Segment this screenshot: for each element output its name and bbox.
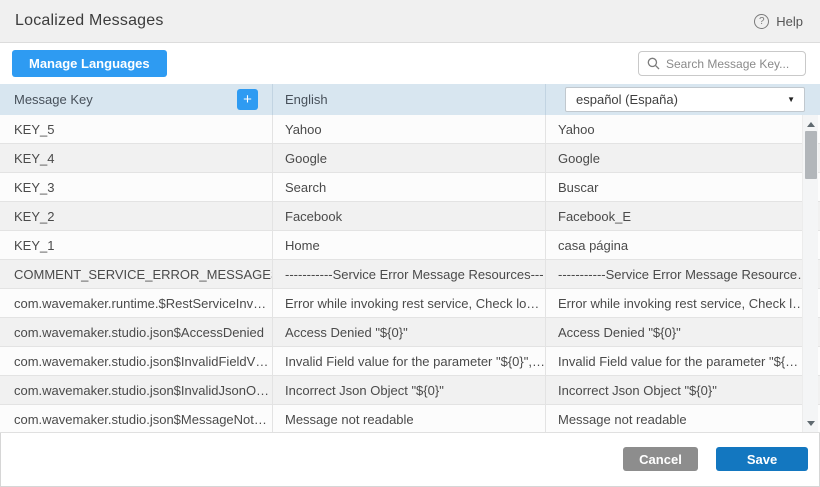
message-key-cell[interactable]: com.wavemaker.studio.json$InvalidFieldV… [0, 347, 273, 375]
english-value-cell[interactable]: Home [273, 231, 546, 259]
message-key-cell[interactable]: KEY_4 [0, 144, 273, 172]
english-value-cell[interactable]: Facebook [273, 202, 546, 230]
message-key-cell[interactable]: COMMENT_SERVICE_ERROR_MESSAGES [0, 260, 273, 288]
translation-value-cell[interactable]: Access Denied "${0}" [546, 318, 820, 346]
translation-value-cell[interactable]: Error while invoking rest service, Check… [546, 289, 820, 317]
message-key-cell[interactable]: KEY_2 [0, 202, 273, 230]
english-value-cell[interactable]: Search [273, 173, 546, 201]
message-key-cell[interactable]: com.wavemaker.studio.json$MessageNot… [0, 405, 273, 433]
manage-languages-button[interactable]: Manage Languages [12, 50, 167, 77]
translation-value-cell[interactable]: casa página [546, 231, 820, 259]
english-value-cell[interactable]: Error while invoking rest service, Check… [273, 289, 546, 317]
help-button[interactable]: ? Help [754, 14, 803, 29]
save-button[interactable]: Save [716, 447, 808, 471]
translation-value-cell[interactable]: Message not readable [546, 405, 820, 433]
table-row: com.wavemaker.runtime.$RestServiceInv…Er… [0, 289, 820, 318]
table-row: com.wavemaker.studio.json$AccessDeniedAc… [0, 318, 820, 347]
message-key-cell[interactable]: KEY_3 [0, 173, 273, 201]
table-row: COMMENT_SERVICE_ERROR_MESSAGES----------… [0, 260, 820, 289]
table-row: com.wavemaker.studio.json$InvalidFieldV…… [0, 347, 820, 376]
table-body: KEY_5YahooYahooKEY_4GoogleGoogleKEY_3Sea… [0, 115, 820, 433]
message-key-cell[interactable]: com.wavemaker.studio.json$InvalidJsonO… [0, 376, 273, 404]
dialog-header: Localized Messages ? Help [0, 0, 820, 43]
toolbar: Manage Languages [0, 43, 820, 84]
translation-value-cell[interactable]: Invalid Field value for the parameter "$… [546, 347, 820, 375]
table-rows: KEY_5YahooYahooKEY_4GoogleGoogleKEY_3Sea… [0, 115, 820, 433]
search-icon [647, 57, 660, 70]
scroll-up-icon [807, 122, 815, 127]
english-value-cell[interactable]: -----------Service Error Message Resourc… [273, 260, 546, 288]
column-header-message-key: Message Key + [0, 84, 273, 115]
chevron-down-icon: ▼ [787, 95, 795, 104]
message-key-cell[interactable]: com.wavemaker.studio.json$AccessDenied [0, 318, 273, 346]
vertical-scrollbar[interactable] [802, 115, 818, 432]
translation-value-cell[interactable]: -----------Service Error Message Resourc… [546, 260, 820, 288]
localized-messages-dialog: Localized Messages ? Help Manage Languag… [0, 0, 820, 487]
help-label: Help [776, 14, 803, 29]
message-key-cell[interactable]: KEY_1 [0, 231, 273, 259]
table-header: Message Key + English español (España) ▼ [0, 84, 820, 115]
scroll-up-button[interactable] [803, 117, 819, 131]
search-input[interactable] [666, 57, 797, 71]
help-question-icon: ? [754, 14, 769, 29]
english-column-label: English [285, 92, 328, 107]
message-key-cell[interactable]: KEY_5 [0, 115, 273, 143]
english-value-cell[interactable]: Access Denied "${0}" [273, 318, 546, 346]
scroll-down-button[interactable] [803, 416, 819, 430]
table-row: KEY_3SearchBuscar [0, 173, 820, 202]
message-key-cell[interactable]: com.wavemaker.runtime.$RestServiceInv… [0, 289, 273, 317]
language-selected-value: español (España) [576, 92, 678, 107]
translation-value-cell[interactable]: Buscar [546, 173, 820, 201]
english-value-cell[interactable]: Incorrect Json Object "${0}" [273, 376, 546, 404]
translation-value-cell[interactable]: Incorrect Json Object "${0}" [546, 376, 820, 404]
english-value-cell[interactable]: Yahoo [273, 115, 546, 143]
column-header-english: English [273, 84, 546, 115]
table-row: com.wavemaker.studio.json$InvalidJsonO…I… [0, 376, 820, 405]
translation-value-cell[interactable]: Facebook_E [546, 202, 820, 230]
table-row: com.wavemaker.studio.json$MessageNot…Mes… [0, 405, 820, 433]
scroll-down-icon [807, 421, 815, 426]
add-message-key-button[interactable]: + [237, 89, 258, 110]
language-select-dropdown[interactable]: español (España) ▼ [565, 87, 805, 112]
scrollbar-thumb[interactable] [805, 131, 817, 179]
table-row: KEY_4GoogleGoogle [0, 144, 820, 173]
column-header-language: español (España) ▼ [546, 84, 820, 115]
cancel-button[interactable]: Cancel [623, 447, 698, 471]
translation-value-cell[interactable]: Yahoo [546, 115, 820, 143]
table-row: KEY_2FacebookFacebook_E [0, 202, 820, 231]
table-row: KEY_5YahooYahoo [0, 115, 820, 144]
page-title: Localized Messages [15, 12, 164, 30]
message-key-column-label: Message Key [14, 92, 93, 107]
english-value-cell[interactable]: Message not readable [273, 405, 546, 433]
search-box[interactable] [638, 51, 806, 76]
english-value-cell[interactable]: Invalid Field value for the parameter "$… [273, 347, 546, 375]
table-row: KEY_1Homecasa página [0, 231, 820, 260]
dialog-footer: Cancel Save [0, 433, 820, 471]
translation-value-cell[interactable]: Google [546, 144, 820, 172]
english-value-cell[interactable]: Google [273, 144, 546, 172]
